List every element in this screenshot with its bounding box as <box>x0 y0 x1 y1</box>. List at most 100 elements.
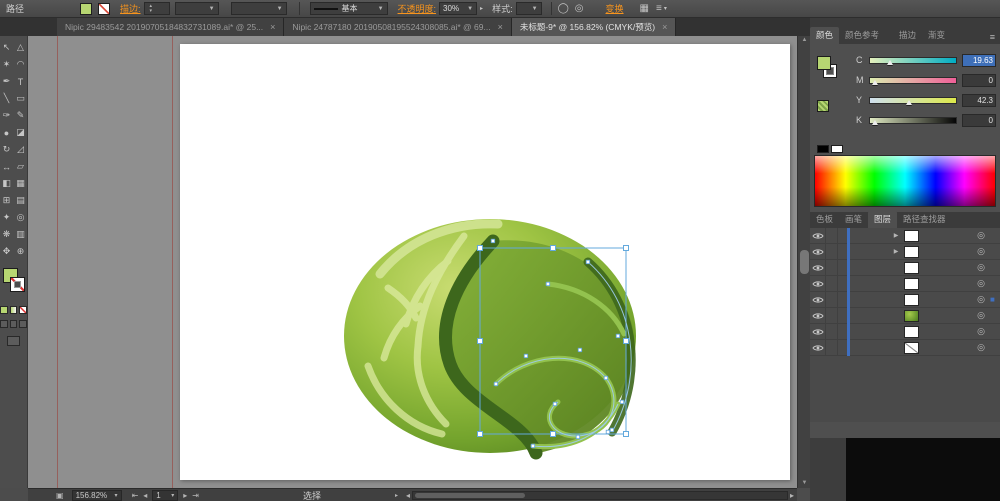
visibility-eye-icon[interactable] <box>810 308 826 324</box>
control-menu-icon[interactable]: ≡ <box>656 3 662 14</box>
stroke-label[interactable]: 描边: <box>120 2 141 15</box>
visibility-eye-icon[interactable] <box>810 292 826 308</box>
slider-thumb[interactable] <box>887 60 893 65</box>
lock-cell[interactable] <box>826 228 838 244</box>
lock-cell[interactable] <box>826 260 838 276</box>
tool-button[interactable]: ◎ <box>14 209 28 226</box>
previous-artboard-icon[interactable]: ◂ <box>143 491 147 500</box>
layer-row-8[interactable]: ◎ ■ <box>810 340 1000 356</box>
close-tab-icon[interactable]: × <box>662 22 667 32</box>
target-circle-icon[interactable]: ◎ <box>977 262 990 273</box>
white-swatch[interactable] <box>831 145 843 153</box>
lock-cell[interactable] <box>826 324 838 340</box>
align-panel-icon[interactable]: ▦ <box>640 3 649 14</box>
yellow-slider[interactable] <box>869 97 957 104</box>
tool-button[interactable]: ⊞ <box>0 192 14 209</box>
fill-proxy-swatch[interactable] <box>817 56 831 70</box>
expand-arrow-icon[interactable]: ▶ <box>890 248 902 255</box>
black-value-field[interactable]: 0 <box>962 114 996 127</box>
slider-thumb[interactable] <box>872 80 878 85</box>
tool-button[interactable]: ✎ <box>14 107 28 124</box>
cyan-slider[interactable] <box>869 57 957 64</box>
expand-arrow-icon[interactable]: ▶ <box>890 232 902 239</box>
visibility-eye-icon[interactable] <box>810 228 826 244</box>
tool-button[interactable]: T <box>14 73 28 90</box>
target-circle-icon[interactable]: ◎ <box>977 342 990 353</box>
magenta-value-field[interactable]: 0 <box>962 74 996 87</box>
tool-button[interactable]: ✦ <box>0 209 14 226</box>
layer-row-5-selected[interactable]: ◎ ■ <box>810 292 1000 308</box>
scrollbar-thumb[interactable] <box>800 250 809 274</box>
tab-gradient[interactable]: 渐变 <box>922 27 951 44</box>
none-button[interactable] <box>19 306 27 314</box>
close-tab-icon[interactable]: × <box>270 22 275 32</box>
tool-button[interactable]: ✒ <box>0 73 14 90</box>
scroll-right-icon[interactable]: ▸ <box>790 491 794 500</box>
target-circle-icon[interactable]: ◎ <box>977 310 990 321</box>
zoom-level-dropdown[interactable]: 156.82% ▾ <box>72 490 122 501</box>
tab-swatches[interactable]: 色板 <box>810 211 839 228</box>
pattern-swatch[interactable] <box>817 100 829 112</box>
yellow-value-field[interactable]: 42.3 <box>962 94 996 107</box>
tool-button[interactable]: ❋ <box>0 226 14 243</box>
black-swatch[interactable] <box>817 145 829 153</box>
lock-cell[interactable] <box>826 276 838 292</box>
layer-row-4[interactable]: ◎ ■ <box>810 276 1000 292</box>
tool-button[interactable]: △ <box>14 39 28 56</box>
panel-menu-icon[interactable]: ≡ <box>985 32 1000 44</box>
next-artboard-icon[interactable]: ▸ <box>183 491 187 500</box>
tab-brushes[interactable]: 画笔 <box>839 211 868 228</box>
visibility-eye-icon[interactable] <box>810 324 826 340</box>
graphic-style-dropdown[interactable]: ▼ <box>516 2 542 15</box>
last-artboard-icon[interactable]: ⇥ <box>192 491 199 500</box>
tab-color[interactable]: 颜色 <box>810 27 839 44</box>
color-spectrum-bar[interactable] <box>814 155 996 207</box>
tab-color-guide[interactable]: 颜色参考 <box>839 27 885 44</box>
lock-cell[interactable] <box>826 244 838 260</box>
stroke-weight-stepper[interactable]: ▴▾ <box>144 2 170 15</box>
opacity-label[interactable]: 不透明度: <box>398 2 437 15</box>
tab-layers[interactable]: 图层 <box>868 211 897 228</box>
lock-cell[interactable] <box>826 292 838 308</box>
document-tab-3-active[interactable]: 未标题-9* @ 156.82% (CMYK/预览) × <box>512 18 676 36</box>
tool-button[interactable]: ↔ <box>0 158 14 175</box>
layer-thumbnail[interactable] <box>904 326 919 338</box>
document-tab-2[interactable]: Nipic 24787180 20190508195524308085.ai* … <box>284 18 511 36</box>
visibility-eye-icon[interactable] <box>810 276 826 292</box>
layer-thumbnail-path[interactable] <box>904 342 919 354</box>
screen-mode-button[interactable] <box>7 336 20 346</box>
layer-thumbnail[interactable] <box>904 262 919 274</box>
layer-thumbnail[interactable] <box>904 230 919 242</box>
visibility-eye-icon[interactable] <box>810 260 826 276</box>
tool-button[interactable]: ✥ <box>0 243 14 260</box>
cyan-value-field[interactable]: 19.63 <box>962 54 996 67</box>
black-slider[interactable] <box>869 117 957 124</box>
tool-button[interactable]: ⊕ <box>14 243 28 260</box>
tool-button[interactable]: ◧ <box>0 175 14 192</box>
tool-button[interactable]: ▱ <box>14 158 28 175</box>
tool-button[interactable]: ╲ <box>0 90 14 107</box>
tool-button[interactable]: ◿ <box>14 141 28 158</box>
tool-button[interactable]: ▥ <box>14 226 28 243</box>
layer-thumbnail[interactable] <box>904 278 919 290</box>
scroll-left-icon[interactable]: ◂ <box>406 491 410 500</box>
tool-button[interactable]: ◪ <box>14 124 28 141</box>
magenta-slider[interactable] <box>869 77 957 84</box>
dropdown-arrow-icon[interactable]: ▾ <box>664 5 667 12</box>
tool-button[interactable]: ▦ <box>14 175 28 192</box>
layer-thumbnail[interactable] <box>904 294 919 306</box>
tool-button[interactable]: ● <box>0 124 14 141</box>
artwork-cabbage[interactable] <box>28 36 797 488</box>
vertical-scrollbar[interactable]: ▲ ▼ <box>797 36 810 488</box>
stroke-style-dropdown[interactable]: 基本 ▼ <box>310 2 388 15</box>
document-icon[interactable]: ▣ <box>56 491 64 500</box>
layer-thumbnail-leaf[interactable] <box>904 310 919 322</box>
lock-cell[interactable] <box>826 308 838 324</box>
stroke-color-swatch[interactable] <box>98 3 110 15</box>
layer-row-2[interactable]: ▶ ◎ ■ <box>810 244 1000 260</box>
visibility-eye-icon[interactable] <box>810 244 826 260</box>
fill-color-swatch[interactable] <box>80 3 92 15</box>
tool-button[interactable]: ◠ <box>14 56 28 73</box>
horizontal-scrollbar[interactable] <box>412 491 788 500</box>
draw-behind-button[interactable] <box>10 320 18 328</box>
